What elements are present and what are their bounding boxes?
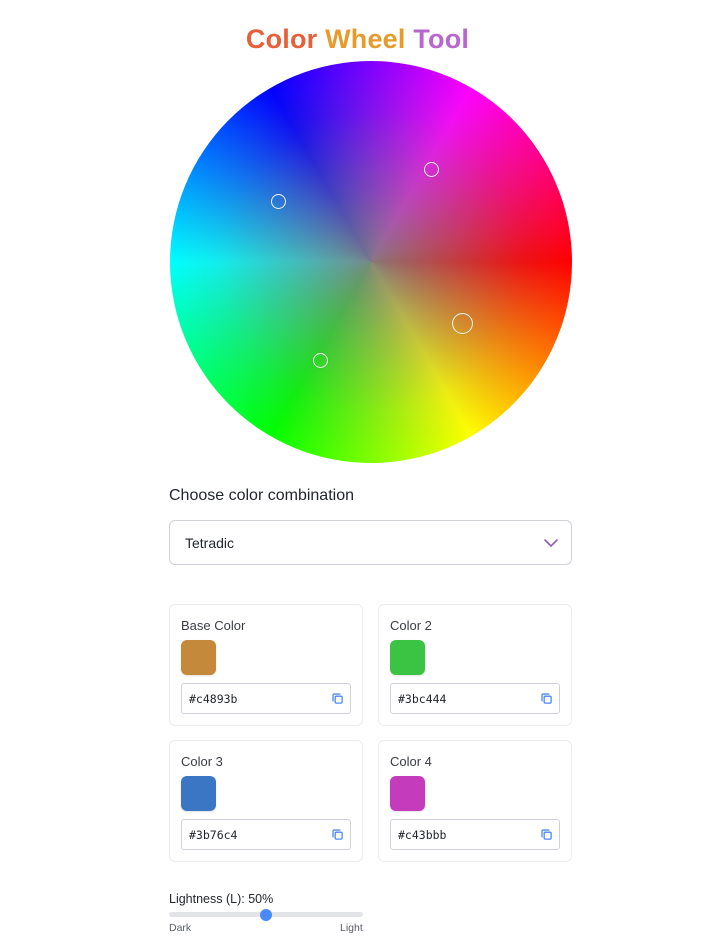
color-swatch [390, 640, 425, 675]
hex-field[interactable]: #c43bbb [390, 819, 560, 850]
color-card-label: Color 3 [181, 754, 223, 769]
color-card-base: Base Color #c4893b [169, 604, 363, 726]
color-card-2: Color 2 #3bc444 [378, 604, 572, 726]
color-4-marker[interactable] [423, 161, 439, 177]
lightness-label: Lightness (L): 50% [169, 892, 274, 906]
slider-min-label: Dark [169, 922, 192, 934]
hex-field[interactable]: #3b76c4 [181, 819, 351, 850]
chevron-down-icon [544, 539, 558, 547]
title-word-color: Color [245, 24, 318, 55]
copy-icon[interactable] [540, 828, 553, 841]
page-title: Color Wheel Tool [0, 22, 715, 56]
color-card-label: Base Color [181, 618, 246, 633]
copy-icon[interactable] [331, 692, 344, 705]
hex-value: #3bc444 [398, 692, 447, 706]
title-word-wheel: Wheel [325, 24, 406, 55]
slider-max-label: Light [340, 922, 363, 934]
hex-field[interactable]: #3bc444 [390, 683, 560, 714]
copy-icon[interactable] [331, 828, 344, 841]
color-card-3: Color 3 #3b76c4 [169, 740, 363, 862]
hex-field[interactable]: #c4893b [181, 683, 351, 714]
title-word-tool: Tool [413, 24, 470, 55]
copy-icon[interactable] [540, 692, 553, 705]
combination-label: Choose color combination [169, 487, 354, 504]
color-swatch [181, 640, 216, 675]
hex-value: #c4893b [189, 692, 238, 706]
hex-value: #c43bbb [398, 828, 447, 842]
hex-value: #3b76c4 [189, 828, 238, 842]
lightness-slider-thumb[interactable] [260, 909, 272, 921]
color-card-label: Color 4 [390, 754, 432, 769]
combination-selected-value: Tetradic [185, 535, 235, 551]
color-swatch [390, 776, 425, 811]
combination-select[interactable]: Tetradic [169, 520, 572, 565]
wheel-saturation-overlay [170, 61, 572, 463]
color-3-marker[interactable] [270, 194, 286, 210]
color-wheel[interactable] [170, 61, 572, 463]
color-card-4: Color 4 #c43bbb [378, 740, 572, 862]
color-card-label: Color 2 [390, 618, 432, 633]
color-swatch [181, 776, 216, 811]
